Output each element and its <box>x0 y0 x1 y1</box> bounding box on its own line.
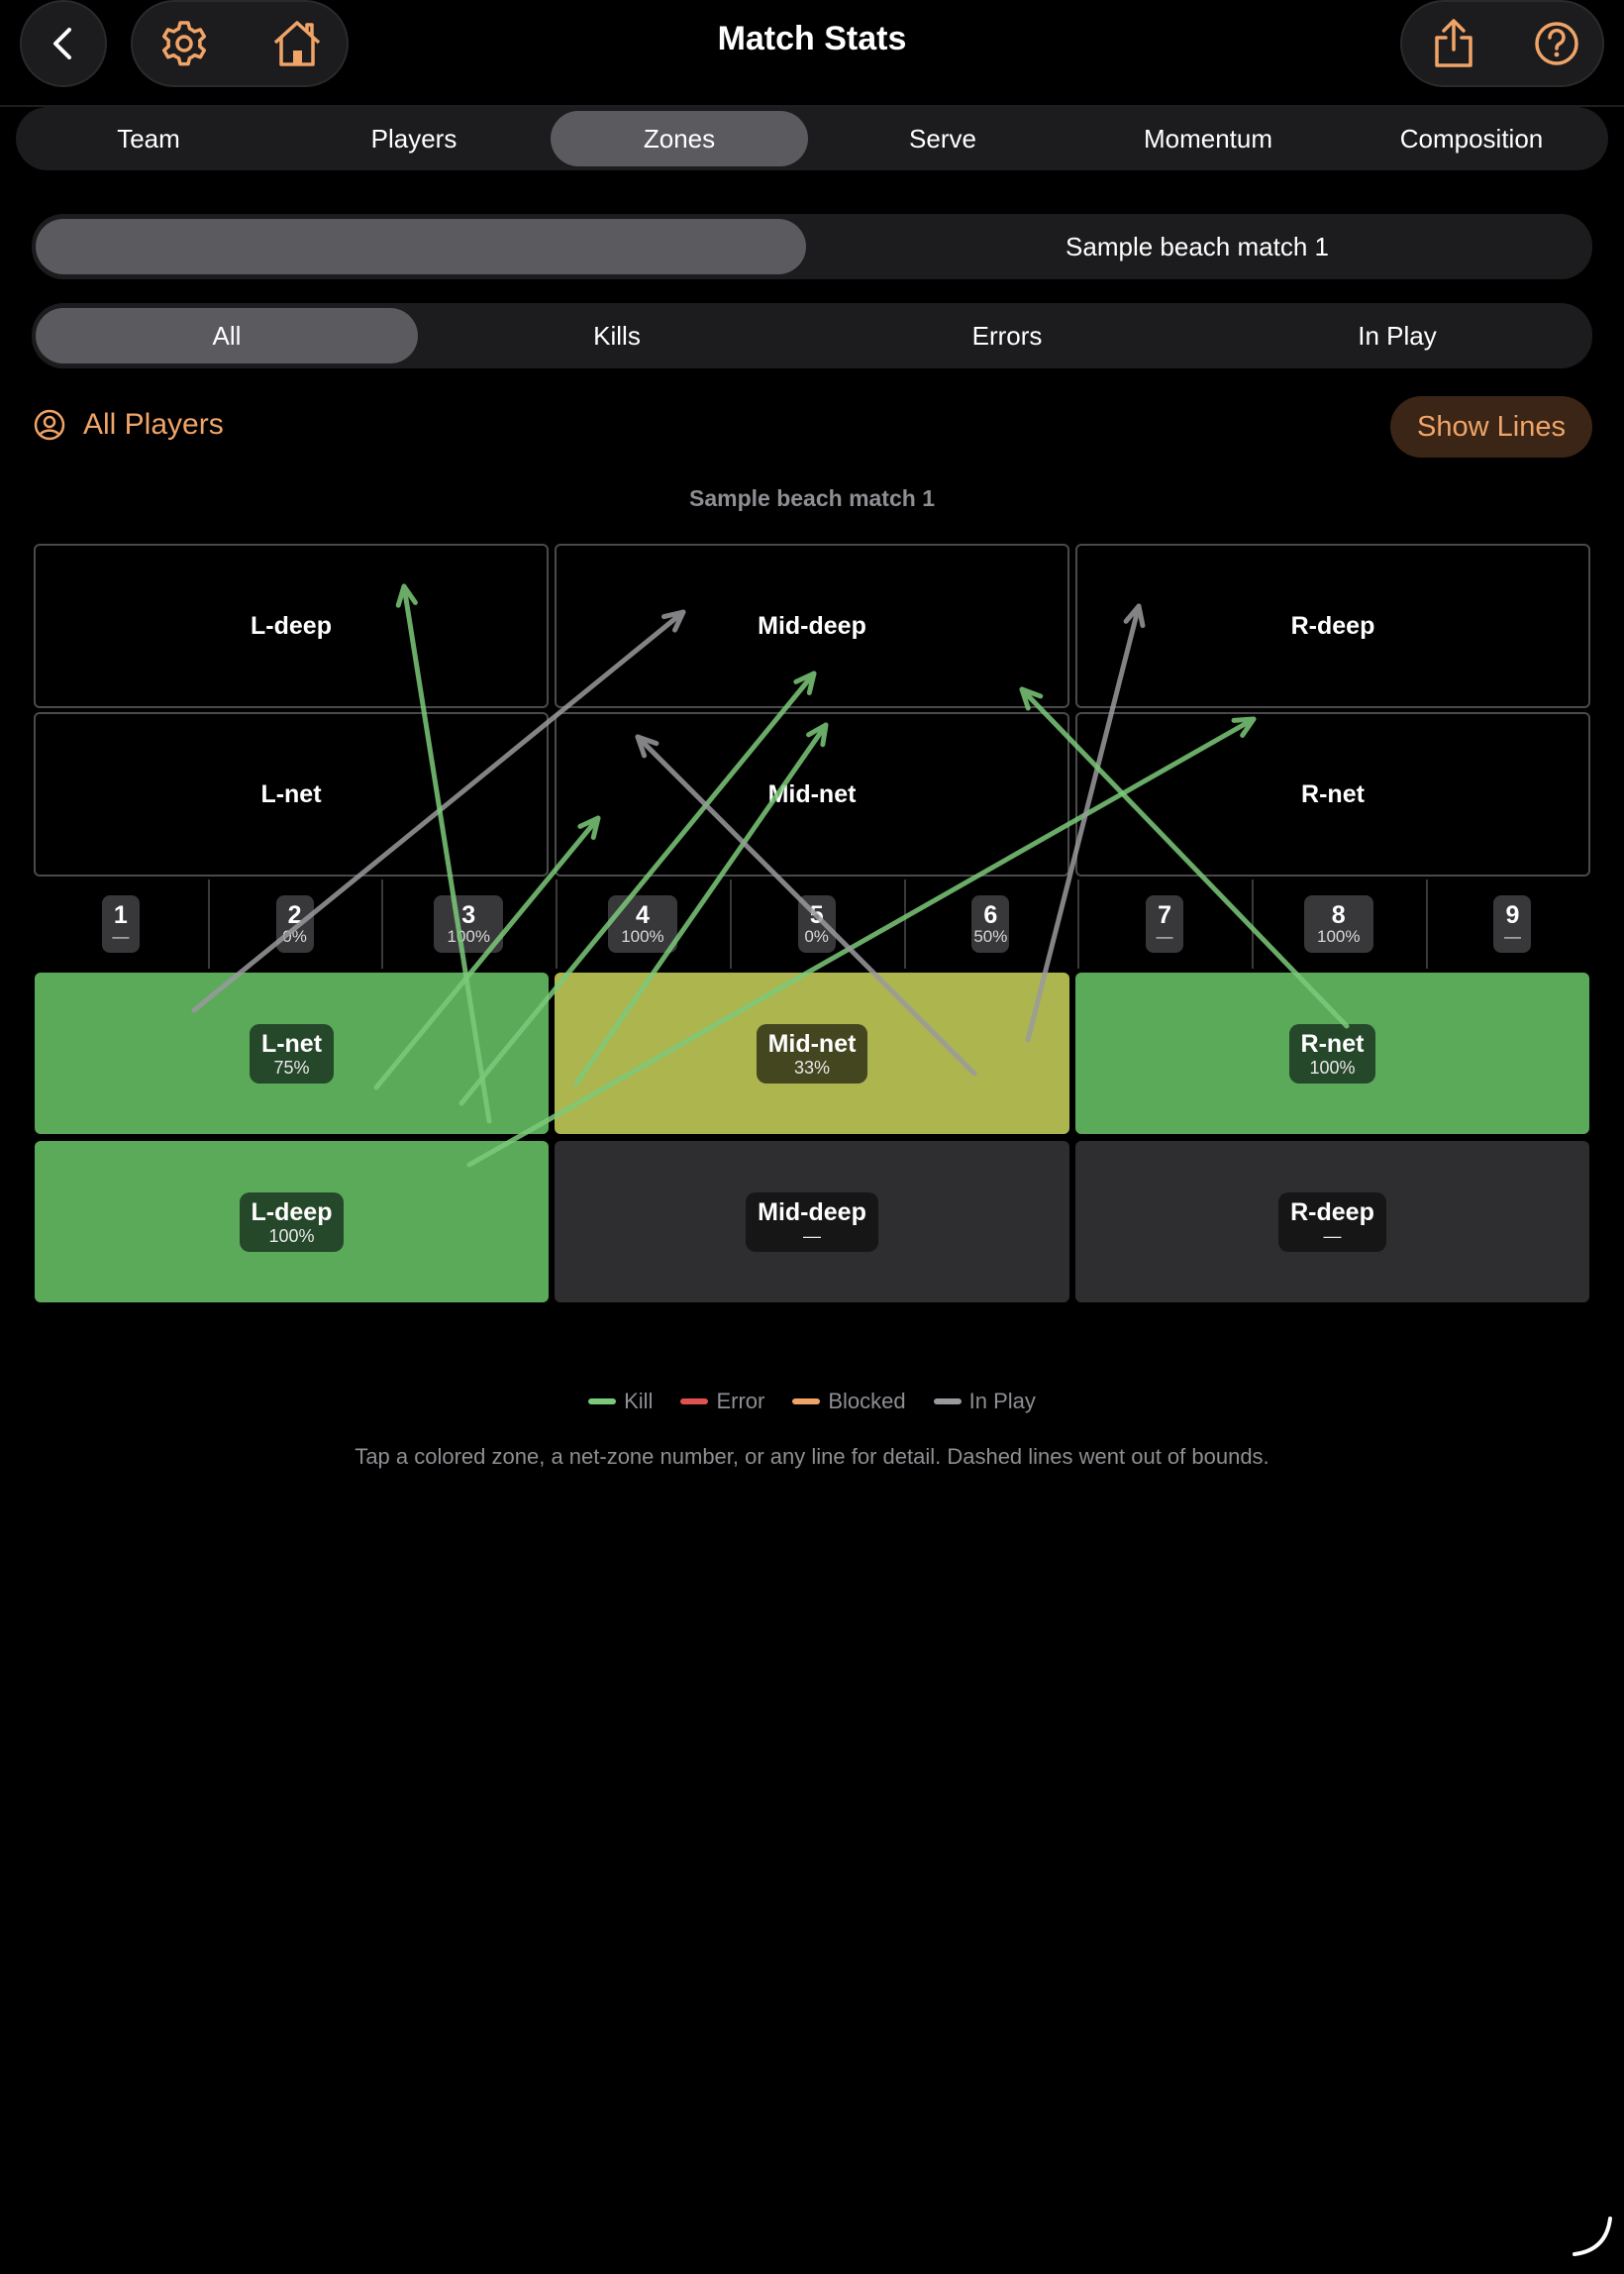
legend-label: Error <box>716 1389 765 1413</box>
heat-zone-name: R-net <box>1300 1029 1365 1058</box>
net-zone-pct: 100% <box>621 927 664 946</box>
heat-zone-pct: 100% <box>268 1225 315 1246</box>
heat-zone-mid-deep[interactable]: Mid-deep — <box>555 1141 1069 1302</box>
tab-momentum[interactable]: Momentum <box>1079 111 1337 166</box>
net-zone-4[interactable]: 4 100% <box>607 895 677 953</box>
net-zone-pct: — <box>1156 927 1173 946</box>
filter-all[interactable]: All <box>36 308 418 363</box>
chart-title: Sample beach match 1 <box>689 485 935 511</box>
heat-zone-name: Mid-net <box>767 1029 857 1058</box>
opp-zone-mid-net[interactable]: Mid-net <box>555 712 1069 877</box>
net-zone-9[interactable]: 9— <box>1493 895 1532 953</box>
legend-label: Kill <box>624 1389 654 1413</box>
filter-kills[interactable]: Kills <box>426 308 808 363</box>
tab-players[interactable]: Players <box>285 111 543 166</box>
heat-zone-pct: 100% <box>1309 1057 1356 1078</box>
legend-swatch <box>588 1398 617 1404</box>
legend-swatch <box>680 1398 709 1404</box>
heat-zone-pct: — <box>1323 1225 1342 1246</box>
opp-zone-mid-deep[interactable]: Mid-deep <box>555 544 1069 708</box>
net-zone-number: 3 <box>461 901 476 929</box>
heat-zone-name: L-deep <box>251 1197 333 1226</box>
legend-label: Blocked <box>828 1389 906 1413</box>
legend: Kill Error Blocked In Play <box>0 1389 1624 1414</box>
heat-zone-r-net[interactable]: R-net 100% <box>1075 973 1589 1134</box>
net-zone-pct: 100% <box>1317 927 1361 946</box>
net-zone-8[interactable]: 8 100% <box>1303 895 1373 953</box>
tab-composition[interactable]: Composition <box>1343 111 1600 166</box>
resize-handle-icon[interactable] <box>1571 2215 1614 2258</box>
opp-zone-r-deep[interactable]: R-deep <box>1075 544 1590 708</box>
heat-zone-label: L-net 75% <box>249 1023 335 1084</box>
tab-serve[interactable]: Serve <box>814 111 1071 166</box>
hint-text: Tap a colored zone, a net-zone number, o… <box>355 1444 1269 1469</box>
heat-zone-pct: 75% <box>273 1057 310 1078</box>
net-zone-pct: 50% <box>973 927 1008 946</box>
net-zone-number: 9 <box>1505 901 1520 929</box>
heat-zone-pct: 33% <box>793 1057 831 1078</box>
legend-swatch <box>792 1398 821 1404</box>
net-zone-pct: — <box>112 927 130 946</box>
net-zone-number: 1 <box>113 901 128 929</box>
player-filter-label: All Players <box>83 408 224 441</box>
legend-swatch <box>933 1398 962 1404</box>
legend-item-in-play: In Play <box>933 1389 1036 1414</box>
net-zone-6[interactable]: 6 50% <box>971 895 1010 953</box>
heat-zone-pct: — <box>803 1225 821 1246</box>
net-zone-7[interactable]: 7— <box>1146 895 1184 953</box>
heat-zone-label: R-net 100% <box>1288 1023 1376 1084</box>
heat-zone-label: L-deep 100% <box>239 1191 345 1252</box>
question-circle-icon[interactable] <box>1515 2 1598 85</box>
legend-label: In Play <box>968 1389 1036 1413</box>
legend-item-blocked: Blocked <box>792 1389 906 1414</box>
match-picker: Sample beach match 1 <box>32 214 1592 279</box>
net-zone-1[interactable]: 1— <box>101 895 140 953</box>
net-zone-pct: — <box>1503 927 1521 946</box>
net-zone-number: 4 <box>635 901 650 929</box>
tab-team[interactable]: Team <box>20 111 277 166</box>
net-zone-pct: 100% <box>447 927 490 946</box>
net-zone-number: 8 <box>1331 901 1346 929</box>
net-zone-pct: 0% <box>804 927 829 946</box>
net-zone-divider <box>1425 879 1428 969</box>
net-zone-divider <box>903 879 906 969</box>
legend-item-error: Error <box>680 1389 764 1414</box>
share-icon[interactable] <box>1412 2 1495 85</box>
net-zone-divider <box>207 879 210 969</box>
net-zone-divider <box>1251 879 1254 969</box>
net-zone-divider <box>729 879 732 969</box>
heat-zone-r-deep[interactable]: R-deep — <box>1075 1141 1589 1302</box>
heat-zone-label: R-deep — <box>1278 1191 1386 1252</box>
match-option-blank[interactable] <box>36 219 806 274</box>
net-zone-2[interactable]: 2 0% <box>275 895 314 953</box>
legend-item-kill: Kill <box>588 1389 653 1414</box>
heat-zone-mid-net[interactable]: Mid-net 33% <box>555 973 1069 1134</box>
filter-errors[interactable]: Errors <box>816 308 1198 363</box>
heat-zone-label: Mid-net 33% <box>756 1023 868 1084</box>
net-zone-divider <box>381 879 384 969</box>
match-option-sample[interactable]: Sample beach match 1 <box>806 219 1588 274</box>
opp-zone-l-net[interactable]: L-net <box>34 712 549 877</box>
opp-zone-r-net[interactable]: R-net <box>1075 712 1590 877</box>
page-title: Match Stats <box>717 20 907 57</box>
opp-zone-l-deep[interactable]: L-deep <box>34 544 549 708</box>
person-circle-icon <box>34 409 65 441</box>
heat-zone-name: R-deep <box>1290 1197 1374 1226</box>
net-zone-divider <box>1077 879 1080 969</box>
heat-zone-name: Mid-deep <box>758 1197 866 1226</box>
action-button-group <box>1400 0 1604 87</box>
filter-in-play[interactable]: In Play <box>1206 308 1588 363</box>
heat-zone-name: L-net <box>260 1029 323 1058</box>
net-zone-number: 7 <box>1158 901 1171 929</box>
net-zone-divider <box>556 879 558 969</box>
tab-zones[interactable]: Zones <box>551 111 808 166</box>
heat-zone-label: Mid-deep — <box>746 1191 878 1252</box>
net-zone-number: 6 <box>983 901 998 929</box>
player-filter[interactable]: All Players <box>34 408 224 442</box>
show-lines-button[interactable]: Show Lines <box>1390 396 1592 458</box>
